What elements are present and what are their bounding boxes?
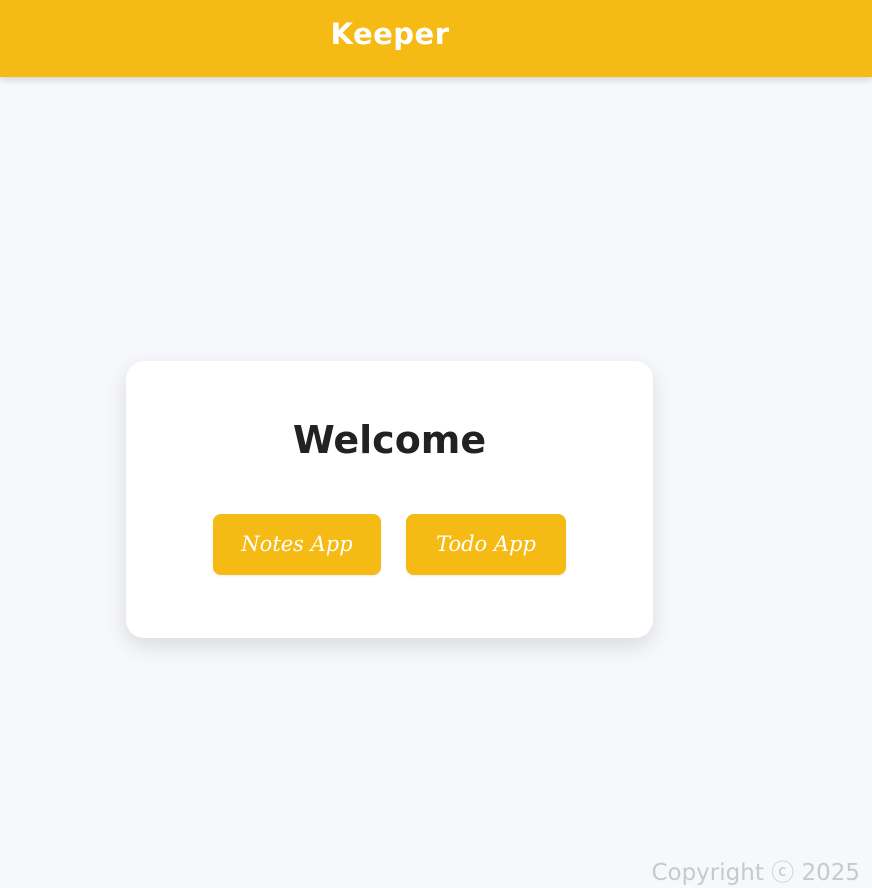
app-title: Keeper xyxy=(330,17,450,51)
todo-app-button[interactable]: Todo App xyxy=(406,514,566,575)
app-header: Keeper xyxy=(0,0,872,77)
welcome-title: Welcome xyxy=(292,418,487,462)
notes-app-button[interactable]: Notes App xyxy=(213,514,381,575)
welcome-card: Welcome Notes App Todo App xyxy=(126,361,653,638)
copyright-footer: Copyright ⓒ 2025 xyxy=(651,860,860,886)
